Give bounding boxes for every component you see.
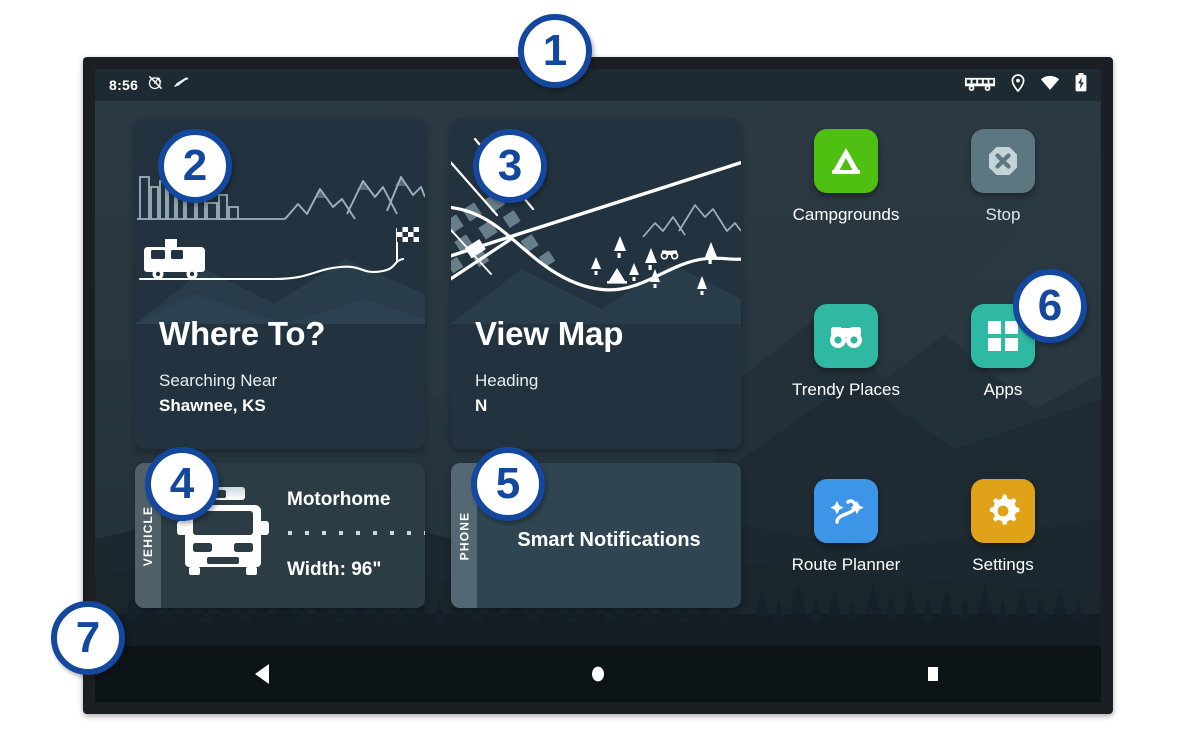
app-label: Trendy Places: [791, 380, 901, 399]
app-campgrounds[interactable]: Campgrounds: [771, 129, 921, 225]
callout-7: 7: [51, 601, 125, 675]
rv-profile-icon: [964, 74, 996, 97]
home-screen: Where To? Searching Near Shawnee, KS Vie…: [95, 101, 1101, 646]
app-label: Apps: [983, 380, 1023, 399]
back-button[interactable]: [228, 654, 298, 694]
gps-disabled-icon: [147, 74, 164, 96]
callout-3: 3: [473, 129, 547, 203]
where-to-sub-value: Shawnee, KS: [159, 396, 266, 415]
vehicle-name: Motorhome: [287, 489, 391, 510]
recents-button[interactable]: [898, 654, 968, 694]
gear-icon: [971, 479, 1035, 543]
app-label: Route Planner: [791, 555, 901, 574]
navigation-bar: [95, 646, 1101, 702]
callout-5: 5: [471, 447, 545, 521]
callout-1: 1: [518, 14, 592, 88]
app-trendy-places[interactable]: Trendy Places: [771, 304, 921, 400]
app-settings[interactable]: Settings: [928, 479, 1078, 575]
app-label: Stop: [985, 205, 1021, 224]
route-icon: [814, 479, 878, 543]
where-to-sub-label: Searching Near: [159, 371, 278, 390]
app-stop[interactable]: Stop: [928, 129, 1078, 225]
app-label: Settings: [972, 555, 1034, 574]
view-map-sub-value: N: [475, 396, 488, 415]
where-to-title: Where To?: [159, 315, 326, 352]
vehicle-dot-separator: [288, 531, 425, 535]
app-route-planner[interactable]: Route Planner: [771, 479, 921, 575]
status-bar-right: [964, 73, 1087, 97]
callout-2: 2: [158, 129, 232, 203]
app-grid: Campgrounds Stop Trendy Places Apps Rout…: [771, 111, 1081, 641]
smart-notifications-label: Smart Notifications: [517, 529, 701, 551]
status-bar: 8:56: [95, 69, 1101, 101]
status-clock: 8:56: [109, 77, 139, 93]
vehicle-tab-label: VEHICLE: [141, 505, 156, 566]
view-map-sub-label: Heading: [475, 371, 539, 390]
callout-6: 6: [1013, 269, 1087, 343]
home-button[interactable]: [563, 654, 633, 694]
tent-icon: [814, 129, 878, 193]
wrench-icon: [173, 74, 190, 96]
device-screen: 8:56 Where To? Searching Near Shawnee, K…: [95, 69, 1101, 702]
callout-4: 4: [145, 447, 219, 521]
view-map-title: View Map: [475, 315, 624, 352]
location-pin-icon: [1011, 73, 1025, 97]
app-label: Campgrounds: [792, 205, 900, 224]
vehicle-width: Width: 96": [287, 559, 382, 580]
stop-octagon-icon: [971, 129, 1035, 193]
device-frame: 8:56 Where To? Searching Near Shawnee, K…: [83, 57, 1113, 714]
battery-charging-icon: [1075, 73, 1087, 97]
status-bar-left: 8:56: [109, 74, 190, 96]
wifi-icon: [1040, 75, 1060, 96]
binoculars-icon: [814, 304, 878, 368]
